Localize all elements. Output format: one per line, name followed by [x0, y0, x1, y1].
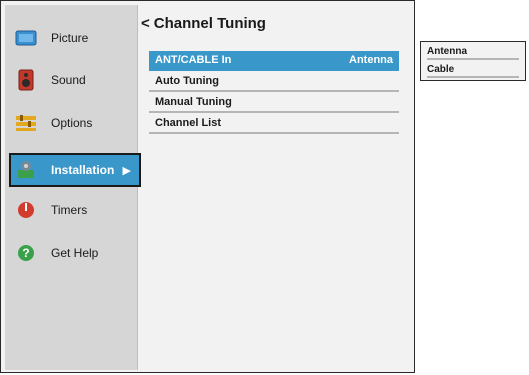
sidebar-item-options[interactable]: Options — [5, 106, 138, 140]
menu-row-label: ANT/CABLE In — [155, 54, 232, 66]
sidebar: Picture Sound Options Installation ▶ Tim… — [5, 5, 141, 370]
sidebar-item-label: Timers — [51, 203, 88, 217]
menu-row-label: Auto Tuning — [155, 75, 219, 87]
installation-icon — [15, 159, 37, 181]
menu-row-auto-tuning[interactable]: Auto Tuning — [149, 72, 399, 92]
menu-row-label: Manual Tuning — [155, 96, 232, 108]
sidebar-item-timers[interactable]: Timers — [5, 193, 138, 227]
menu-row-manual-tuning[interactable]: Manual Tuning — [149, 93, 399, 113]
options-icon — [15, 112, 37, 134]
sidebar-item-label: Options — [51, 116, 93, 130]
dropdown-option-cable[interactable]: Cable — [427, 62, 519, 78]
menu-row-value: Antenna — [349, 54, 393, 66]
menu-row-label: Channel List — [155, 117, 222, 129]
chevron-right-icon: ▶ — [122, 164, 131, 177]
svg-text:?: ? — [22, 246, 29, 260]
sidebar-item-sound[interactable]: Sound — [5, 63, 138, 97]
picture-icon — [15, 27, 37, 49]
sidebar-item-installation[interactable]: Installation ▶ — [9, 153, 141, 187]
back-arrow-icon[interactable]: < — [141, 15, 150, 32]
tv-menu-frame: Picture Sound Options Installation ▶ Tim… — [0, 0, 415, 373]
timers-icon — [15, 199, 37, 221]
page-title: < Channel Tuning — [141, 15, 266, 32]
ant-cable-dropdown: Antenna Cable — [420, 41, 526, 81]
sidebar-item-label: Picture — [51, 31, 89, 45]
menu-row-channel-list[interactable]: Channel List — [149, 114, 399, 134]
sound-icon — [15, 69, 37, 91]
dropdown-option-antenna[interactable]: Antenna — [427, 44, 519, 60]
main-panel: < Channel Tuning ANT/CABLE In Antenna Au… — [141, 5, 411, 370]
sidebar-item-label: Sound — [51, 73, 86, 87]
sidebar-item-picture[interactable]: Picture — [5, 21, 138, 55]
page-title-text: Channel Tuning — [153, 15, 266, 32]
sidebar-item-label: Get Help — [51, 246, 99, 260]
sidebar-item-label: Installation — [51, 163, 115, 177]
menu-row-ant-cable-in[interactable]: ANT/CABLE In Antenna — [149, 51, 399, 71]
help-icon: ? — [15, 242, 37, 264]
sidebar-item-get-help[interactable]: ? Get Help — [5, 236, 138, 270]
